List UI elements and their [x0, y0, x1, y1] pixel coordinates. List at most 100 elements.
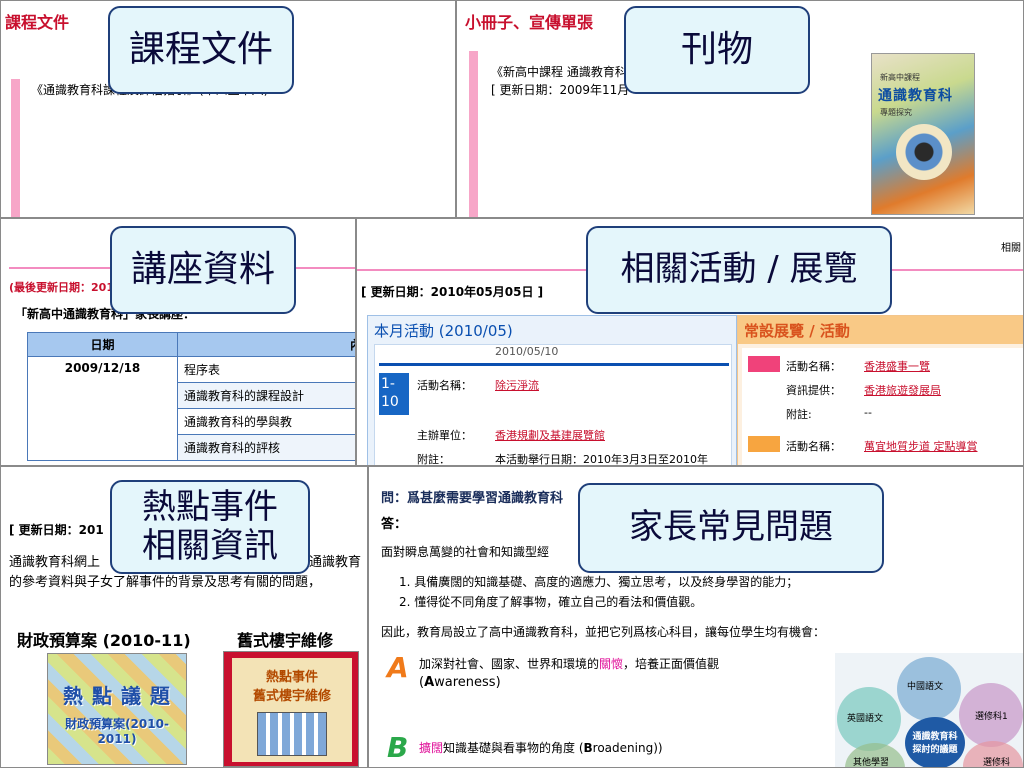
bold-letter: A	[424, 675, 435, 690]
callout-hot-topics: 熱點事件 相關資訊	[110, 480, 310, 574]
image-title: 熱 點 議 題	[63, 684, 171, 708]
faq-question: 問：爲甚麼需要學習通識教育科	[381, 491, 564, 506]
exhibition-link[interactable]: 香港盛事一覽	[864, 358, 930, 374]
marker-pink	[748, 356, 780, 372]
info-label: 資訊提供：	[786, 384, 841, 397]
update-date: [ 更新日期：2009年11月	[491, 83, 630, 97]
activity-name-link[interactable]: 除污淨流	[495, 377, 539, 393]
callout-line: 熱點事件	[142, 486, 278, 527]
callout-parent-faq: 家長常見問題	[578, 483, 884, 573]
note-label: 附註：	[417, 453, 450, 466]
word-rest: roadening)	[592, 741, 658, 755]
exhibition-link[interactable]: 萬宜地質步道 定點導賞	[864, 438, 978, 454]
date-badge: 1- 10	[379, 373, 409, 415]
image-inner: 熱點事件 舊式樓宇維修	[232, 658, 352, 762]
intro-text: 通識教育科網上	[9, 555, 101, 570]
last-update: (最後更新日期：2010	[9, 281, 122, 294]
point-a-text: 加深對社會、國家、世界和環境的關懷，培養正面價值觀	[419, 655, 719, 672]
activity-date: 2010/05/10	[495, 345, 559, 358]
exhibition-card: 活動名稱： 香港盛事一覽 資訊提供： 香港旅遊發展局 附註: -- 活動名稱： …	[742, 348, 1023, 465]
faq-intro: 面對瞬息萬變的社會和知識型經	[381, 545, 550, 559]
monthly-activities-box: 本月活動 (2010/05) 2010/05/10 1- 10 活動名稱： 除污…	[367, 315, 737, 466]
list-item-text: 具備廣闊的知識基礎、高度的適應力、獨立思考，以及終身學習的能力；	[414, 575, 799, 589]
faq-answer-label: 答：	[381, 517, 408, 532]
diagram-label-bottom-left: 其他學習	[853, 758, 890, 768]
list-item-text: 懂得從不同角度了解事物，確立自己的看法和價值觀。	[414, 595, 703, 609]
book-cover-image[interactable]: 新高中課程 通識教育科 專題探究	[871, 53, 975, 215]
letter-b-icon: B	[387, 731, 409, 764]
point-a-pre: 加深對社會、國家、世界和環境的	[419, 657, 600, 671]
divider	[379, 363, 729, 366]
monthly-activities-title: 本月活動 (2010/05)	[374, 322, 513, 340]
paren-close: )	[657, 741, 663, 755]
list-number: 1.	[399, 575, 415, 589]
point-b-text: 擴闊知識基礎與看事物的角度 (Broadening))	[419, 739, 663, 756]
diagram-center: 通識教育科 探討的議題	[905, 717, 965, 767]
panel-title: 課程文件	[5, 13, 70, 32]
callout-line: 相關資訊	[142, 526, 278, 566]
seminar-table: 日期 內 2009/12/18 程序表 通識教育科的課程設計 通識教育科的學與教…	[27, 332, 355, 461]
note-value: 本活動舉行日期：2010年3月3日至2010年	[495, 453, 708, 466]
word-rest: wareness)	[434, 675, 501, 690]
update-date: [ 更新日期：2010年05月05日 ]	[361, 285, 544, 299]
table-row[interactable]: 程序表	[177, 356, 355, 383]
permanent-exhibitions-box: 常設展覽 / 活動 活動名稱： 香港盛事一覽 資訊提供： 香港旅遊發展局 附註:…	[737, 315, 1023, 465]
image-subtitle: 財政預算案(2010-2011)	[65, 717, 169, 746]
note-value: --	[864, 406, 872, 419]
bold-letter: B	[583, 741, 593, 755]
decorative-bar	[469, 51, 478, 217]
point-a-post: ，培養正面價值觀	[623, 657, 720, 671]
list-item: 2. 懂得從不同角度了解事物，確立自己的看法和價值觀。	[399, 593, 702, 610]
building-graphic	[257, 712, 327, 756]
list-item: 1. 具備廣闊的知識基礎、高度的適應力、獨立思考，以及終身學習的能力；	[399, 573, 798, 590]
point-a-highlight: 關懷	[599, 657, 624, 671]
subjects-diagram: 中國語文 英國語文 選修科1 其他學習 選修科 通識教育科 探討的議題	[835, 653, 1023, 768]
decorative-bar	[11, 79, 20, 217]
point-b-highlight: 擴闊	[419, 741, 444, 755]
point-b-text-body: 知識基礎與看事物的角度 (	[443, 741, 584, 755]
activity-card: 2010/05/10 1- 10 活動名稱： 除污淨流 主辦單位： 香港規劃及基…	[374, 344, 732, 466]
book-subtitle: 新高中課程	[880, 73, 920, 82]
marker-orange	[748, 436, 780, 452]
intro-text-tail: 通識教育	[309, 555, 362, 570]
diagram-label-top: 中國語文	[907, 682, 944, 692]
exhibition-label: 活動名稱：	[786, 360, 841, 373]
building-repair-topic-image[interactable]: 熱點事件 舊式樓宇維修	[223, 651, 359, 767]
note-label: 附註:	[786, 408, 812, 421]
table-row[interactable]: 通識教育科的學與教	[177, 408, 355, 435]
callout-related-activities: 相關活動 / 展覽	[586, 226, 892, 314]
image-subtitle: 舊式樓宇維修	[252, 689, 331, 704]
diagram-label-bottom-right: 選修科	[983, 758, 1011, 768]
image-title: 熱點事件	[265, 670, 318, 685]
exhibition-label: 活動名稱：	[786, 440, 841, 453]
diagram-label-left: 英國語文	[847, 714, 884, 724]
list-number: 2.	[399, 595, 415, 609]
book-title: 通識教育科	[878, 88, 953, 104]
panel-title: 小冊子、宣傳單張	[465, 13, 594, 32]
corner-link[interactable]: 相關	[1001, 239, 1021, 254]
organizer-label: 主辦單位：	[417, 429, 472, 442]
table-cell-date: 2009/12/18	[27, 356, 178, 461]
budget-topic-image[interactable]: 熱 點 議 題 財政預算案(2010-2011)	[47, 653, 187, 765]
faq-therefore: 因此，教育局設立了高中通識教育科，並把它列爲核心科目，讓每位學生均有機會：	[381, 625, 826, 639]
table-row[interactable]: 通識教育科的課程設計	[177, 382, 355, 409]
info-link[interactable]: 香港旅遊發展局	[864, 382, 941, 398]
organizer-link[interactable]: 香港規劃及基建展覽館	[495, 427, 605, 443]
topic-heading: 財政預算案 (2010-11)	[17, 631, 191, 650]
letter-a-icon: A	[387, 651, 409, 684]
diagram-label-right: 選修科1	[975, 712, 1008, 722]
publication-link[interactable]: 《新高中課程 通識教育科	[491, 63, 627, 80]
callout-seminar-materials: 講座資料	[110, 226, 296, 314]
column-header-content: 內	[177, 332, 355, 357]
book-tagline: 專題探究	[880, 108, 912, 117]
point-a-english: (Awareness)	[419, 675, 501, 690]
book-eye-graphic	[896, 124, 952, 180]
table-row[interactable]: 通識教育科的評核	[177, 434, 355, 461]
update-date: [ 更新日期：201	[9, 523, 104, 537]
callout-publications: 刊物	[624, 6, 810, 94]
permanent-exhibitions-title: 常設展覽 / 活動	[738, 316, 1023, 344]
activity-name-label: 活動名稱：	[417, 379, 472, 392]
topic-heading: 舊式樓宇維修	[237, 631, 334, 650]
column-header-date: 日期	[27, 332, 178, 357]
callout-curriculum-documents: 課程文件	[108, 6, 294, 94]
